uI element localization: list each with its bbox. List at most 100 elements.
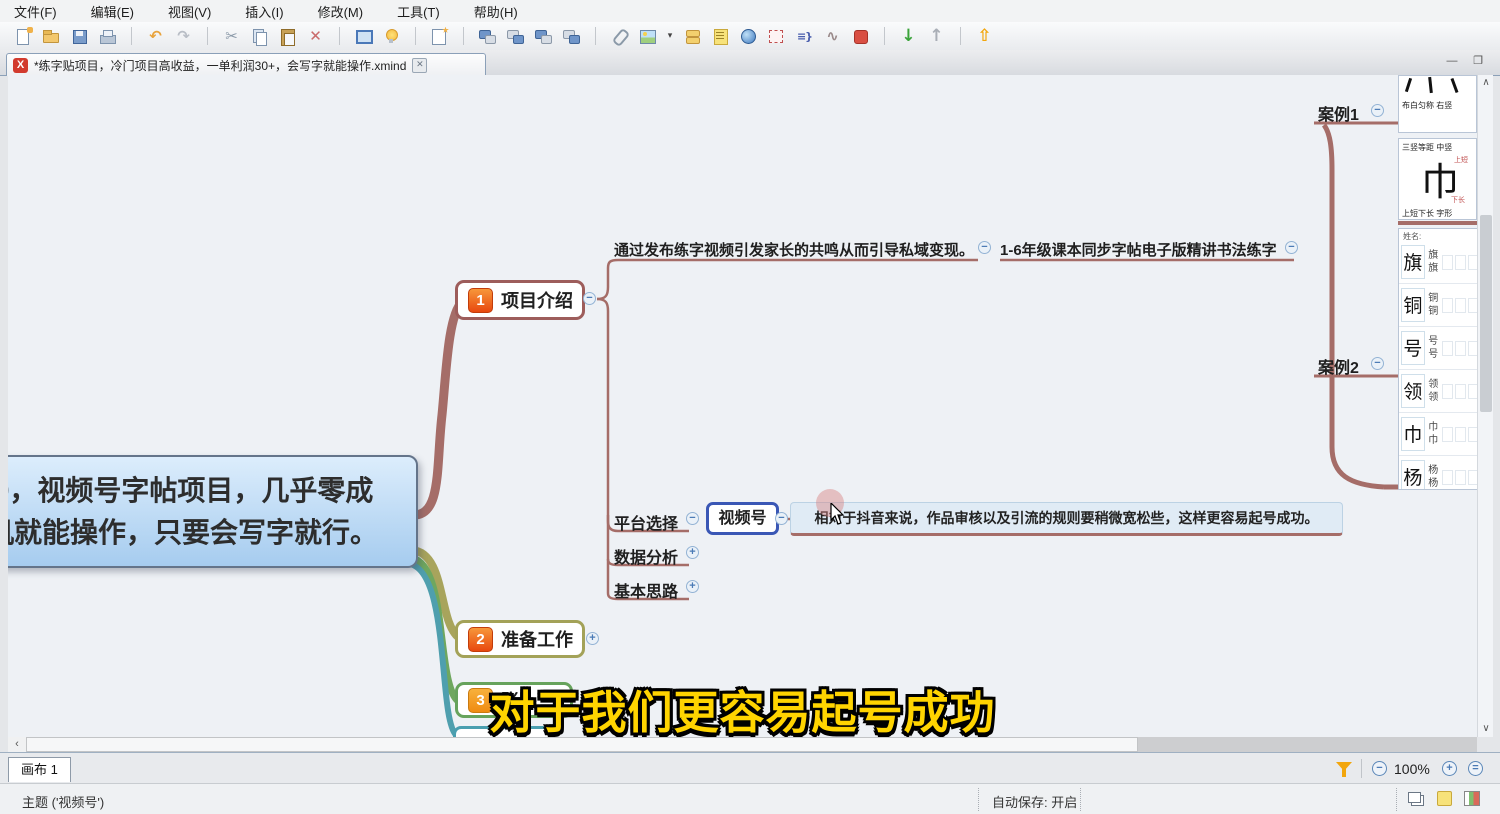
central-topic[interactable]: .9，视频号字帖项目，几乎零成 机就能操作，只要会写字就行。 [8, 455, 418, 568]
topic-video-channel-selected[interactable]: 视频号 [706, 502, 779, 535]
tab-close-icon[interactable]: ✕ [412, 58, 427, 73]
insert-image-icon[interactable] [638, 27, 657, 46]
status-note-icon[interactable] [1437, 791, 1452, 806]
topic-case2[interactable]: 案例2 [1318, 354, 1359, 378]
collapse-toggle[interactable]: − [686, 512, 699, 525]
stroke-annotation-bottom: 下长 [1451, 195, 1465, 205]
topic-platform-choice[interactable]: 平台选择 [614, 510, 678, 534]
menu-modify[interactable]: 修改(M) [318, 2, 364, 21]
print-icon[interactable] [98, 27, 117, 46]
expand-toggle[interactable]: + [686, 546, 699, 559]
copy-icon[interactable] [250, 27, 269, 46]
undo-icon[interactable]: ↶ [146, 27, 165, 46]
zoom-out-icon[interactable]: − [1372, 761, 1387, 776]
collapse-toggle[interactable]: − [583, 292, 596, 305]
menu-view[interactable]: 视图(V) [168, 2, 211, 21]
copybook-row: 铜 铜铜 [1399, 284, 1477, 327]
topic-project-intro[interactable]: 1 项目介绍 [455, 280, 585, 320]
go-up-level-icon[interactable]: ⇧ [975, 27, 994, 46]
document-tab[interactable]: X *练字贴项目，冷门项目高收益，一单利润30+，会写字就能操作.xmind ✕ [6, 53, 486, 76]
horizontal-scrollbar[interactable]: ‹ [8, 737, 1477, 752]
document-title: *练字贴项目，冷门项目高收益，一单利润30+，会写字就能操作.xmind [34, 57, 406, 74]
topic-private-domain[interactable]: 通过发布练字视频引发家长的共鸣从而引导私域变现。 [614, 239, 974, 260]
sheet-tab-canvas1[interactable]: 画布 1 [8, 757, 71, 782]
copybook-char: 领 [1401, 374, 1425, 408]
insert-topic-before-icon[interactable] [506, 27, 525, 46]
horizontal-scroll-thumb[interactable] [26, 737, 1138, 752]
topic-data-analysis[interactable]: 数据分析 [614, 544, 678, 568]
mouse-cursor-icon [830, 503, 846, 525]
floating-topic-icon[interactable] [683, 27, 702, 46]
scroll-left-icon[interactable]: ‹ [8, 737, 26, 752]
new-sheet-icon[interactable] [430, 27, 449, 46]
zoom-level: 100% [1394, 761, 1430, 777]
window-minimize-icon[interactable]: — [1442, 55, 1462, 70]
scroll-up-icon[interactable]: ∧ [1478, 75, 1494, 91]
presentation-icon[interactable] [354, 27, 373, 46]
menu-tools[interactable]: 工具(T) [397, 2, 440, 21]
copybook-char: 杨 [1401, 460, 1425, 490]
cut-icon[interactable]: ✂ [222, 27, 241, 46]
notes-icon[interactable] [711, 27, 730, 46]
window-maximize-icon[interactable]: ❐ [1468, 55, 1488, 70]
zoom-fit-icon[interactable]: = [1468, 761, 1483, 776]
save-icon[interactable] [70, 27, 89, 46]
topic-preparation[interactable]: 2 准备工作 [455, 620, 585, 658]
collapse-toggle[interactable]: − [1285, 241, 1298, 254]
status-bar: 主题 ('视频号') 自动保存: 开启 [0, 783, 1500, 814]
menu-insert[interactable]: 插入(I) [245, 2, 283, 21]
mindmap-canvas[interactable]: .9，视频号字帖项目，几乎零成 机就能操作，只要会写字就行。 1 项目介绍 − … [8, 75, 1477, 737]
collapse-toggle[interactable]: − [1371, 104, 1384, 117]
status-chart-icon[interactable] [1464, 791, 1480, 806]
paste-icon[interactable] [278, 27, 297, 46]
topic-channel-note[interactable]: 相对于抖音来说，作品审核以及引流的规则要稍微宽松些，这样更容易起号成功。 [790, 502, 1343, 536]
central-topic-line1: .9，视频号字帖项目，几乎零成 [8, 470, 416, 512]
delete-icon[interactable]: ✕ [306, 27, 325, 46]
menu-edit[interactable]: 编辑(E) [91, 2, 134, 21]
xmind-logo-icon: X [13, 58, 28, 73]
expand-toggle[interactable]: + [586, 632, 599, 645]
copybook-sheet-image[interactable]: 姓名: 旗 旗旗 铜 铜铜 号 号号 领 [1398, 228, 1477, 490]
collapse-toggle[interactable]: − [978, 241, 991, 254]
menu-help[interactable]: 帮助(H) [474, 2, 518, 21]
topic-basic-idea[interactable]: 基本思路 [614, 578, 678, 602]
attachment-icon[interactable] [610, 27, 629, 46]
cascade-windows-icon[interactable] [1408, 792, 1421, 803]
case1-image-bottom[interactable]: 三竖等距 中竖 巾 上短 下长 上短下长 字形 [1398, 138, 1477, 220]
new-workbook-icon[interactable] [14, 27, 33, 46]
menu-bar: 文件(F) 编辑(E) 视图(V) 插入(I) 修改(M) 工具(T) 帮助(H… [0, 0, 1500, 23]
branch-lines [8, 75, 1477, 737]
topic-copybook-course[interactable]: 1-6年级课本同步字帖电子版精讲书法练字 [1000, 239, 1277, 260]
copybook-char: 旗 [1401, 245, 1425, 279]
insert-parent-topic-icon[interactable] [562, 27, 581, 46]
sheet-bar: 画布 1 − 100% + = [0, 752, 1500, 784]
hyperlink-icon[interactable] [739, 27, 758, 46]
collapse-toggle[interactable]: − [775, 512, 788, 525]
open-icon[interactable] [42, 27, 61, 46]
redo-icon[interactable]: ↷ [174, 27, 193, 46]
filter-icon[interactable] [1336, 762, 1352, 771]
insert-topic-icon[interactable] [478, 27, 497, 46]
drill-down-icon[interactable]: ↓ [899, 27, 918, 46]
image-dropdown-caret-icon[interactable]: ▾ [666, 27, 674, 46]
drill-up-icon[interactable]: ↑ [927, 27, 946, 46]
collapse-toggle[interactable]: − [1371, 357, 1384, 370]
vertical-scroll-thumb[interactable] [1480, 215, 1492, 412]
vertical-scrollbar[interactable]: ∧ ∨ [1477, 75, 1493, 737]
relationship-icon[interactable]: ∿ [823, 27, 842, 46]
calligraphy-caption: 布白匀称 右竖 [1402, 100, 1452, 111]
scroll-down-icon[interactable]: ∨ [1478, 721, 1494, 737]
record-icon[interactable] [851, 27, 870, 46]
topic-case1[interactable]: 案例1 [1318, 101, 1359, 125]
summary-icon[interactable]: ≡} [795, 27, 814, 46]
menu-file[interactable]: 文件(F) [14, 2, 57, 21]
topic-label: 项目介绍 [501, 287, 573, 313]
numbered-badge-1: 1 [468, 288, 493, 313]
case1-image-top[interactable]: 布白匀称 右竖 [1398, 75, 1477, 133]
idea-icon[interactable] [382, 27, 401, 46]
expand-toggle[interactable]: + [686, 580, 699, 593]
numbered-badge-2: 2 [468, 627, 493, 652]
zoom-in-icon[interactable]: + [1442, 761, 1457, 776]
insert-subtopic-icon[interactable] [534, 27, 553, 46]
boundary-icon[interactable] [767, 27, 786, 46]
